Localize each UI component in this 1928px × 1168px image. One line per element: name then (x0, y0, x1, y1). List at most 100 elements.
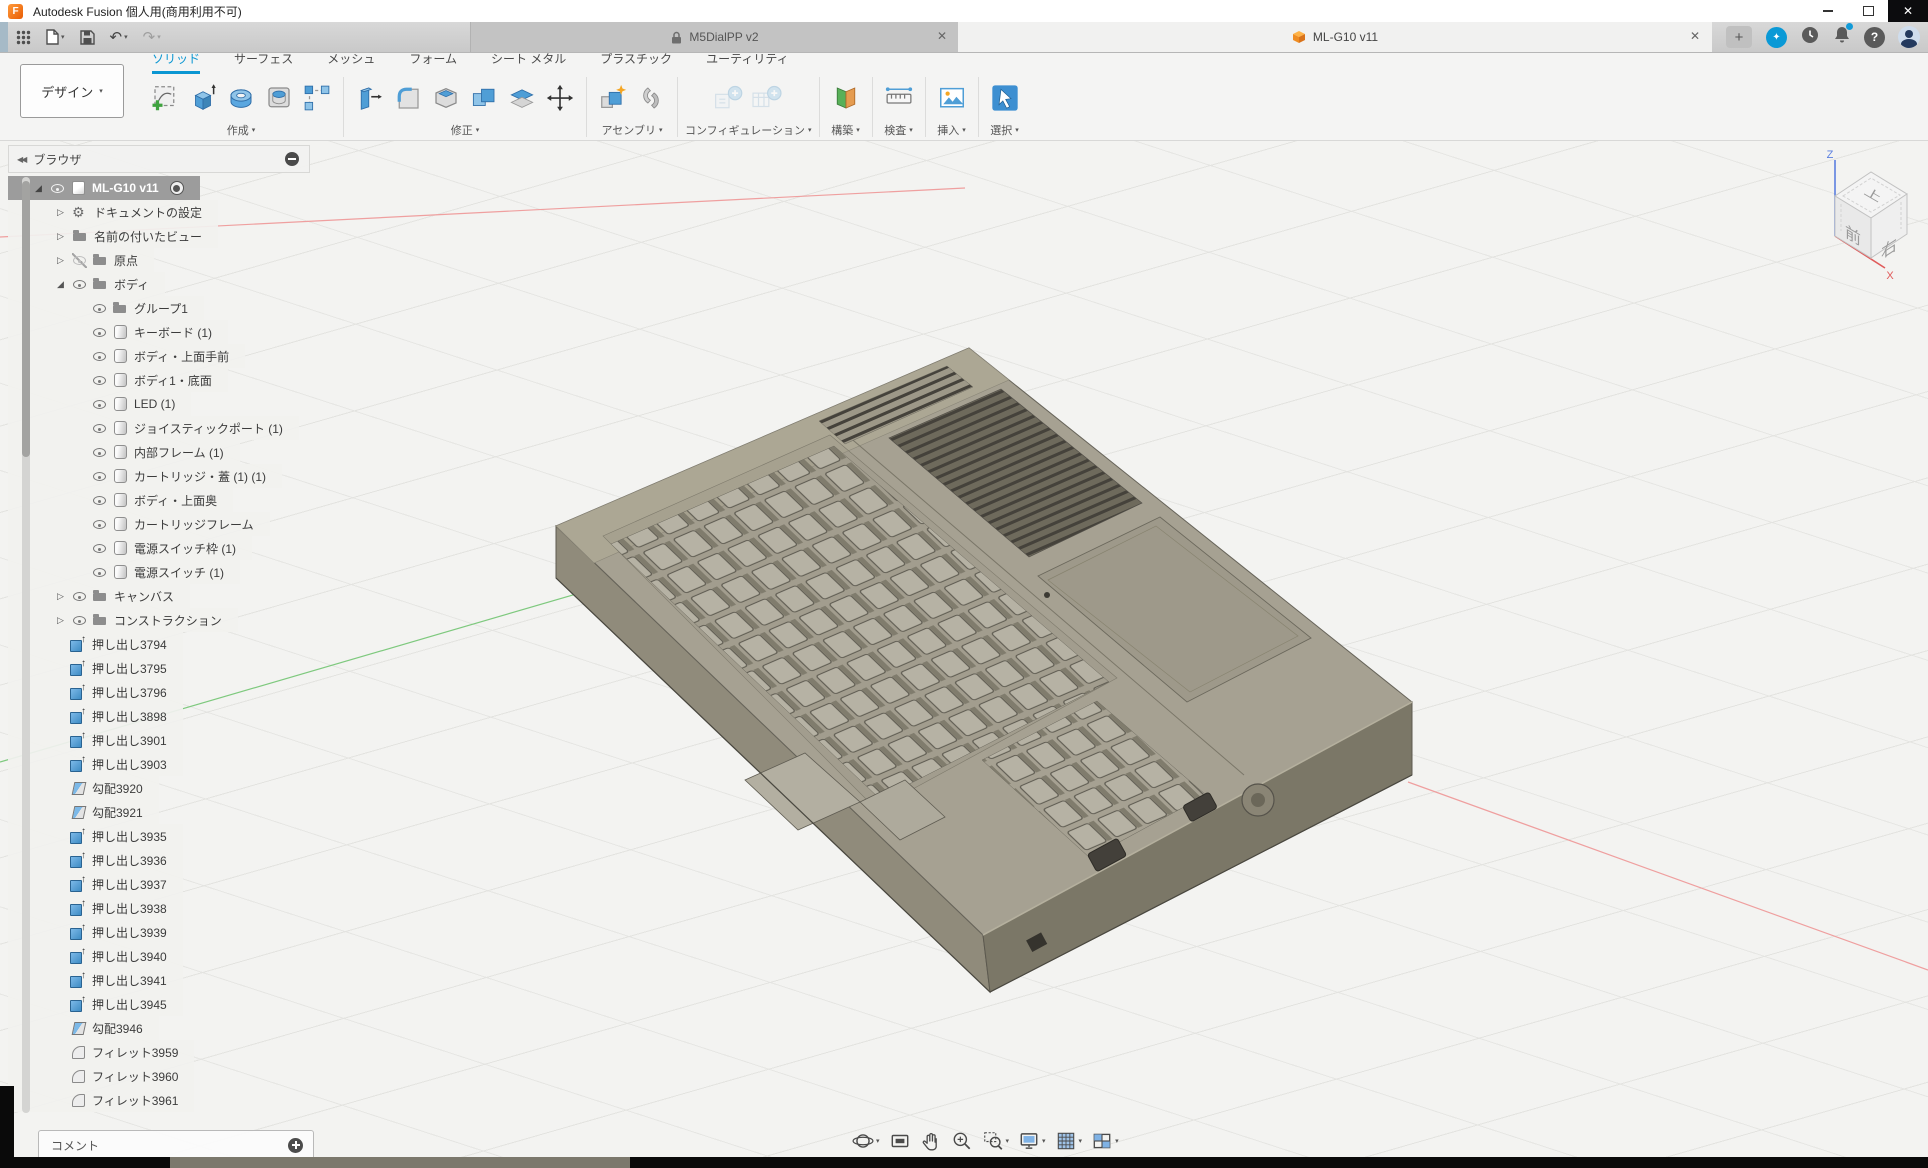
viewcube[interactable]: 上 前 右 Z X (1813, 146, 1923, 284)
orbit-button[interactable]: ▾ (852, 1130, 880, 1152)
fillet-button[interactable] (389, 77, 427, 119)
notifications-bell-icon[interactable] (1833, 25, 1851, 49)
viewports-button[interactable]: ▾ (1091, 1130, 1119, 1152)
visibility-eye-icon[interactable] (72, 613, 87, 628)
combine-button[interactable] (465, 77, 503, 119)
tree-item[interactable]: 名前の付いたビュー (8, 224, 218, 248)
activate-component-radio[interactable] (170, 181, 184, 195)
tree-item[interactable]: ボディ・上面奥 (8, 488, 233, 512)
expander-icon[interactable] (54, 254, 67, 267)
close-tab-icon[interactable]: ✕ (1690, 29, 1700, 43)
tab-solid[interactable]: ソリッド (152, 50, 200, 74)
tab-sheetmetal[interactable]: シート メタル (491, 50, 566, 74)
group-label-create[interactable]: 作成▾ (227, 122, 256, 138)
expander-icon[interactable] (54, 278, 67, 291)
tree-item[interactable]: 押し出し3935 (8, 824, 183, 848)
tree-item[interactable]: ドキュメントの設定 (8, 200, 218, 224)
press-pull-button[interactable] (351, 77, 389, 119)
undo-button[interactable]: ↶ ▾ (110, 28, 128, 46)
grid-display-button[interactable]: ▾ (1055, 1130, 1083, 1152)
visibility-eye-icon[interactable] (92, 301, 107, 316)
document-tab-m5dialpp[interactable]: M5DialPP v2 ✕ (470, 22, 960, 52)
tree-item[interactable]: 押し出し3936 (8, 848, 183, 872)
window-zoom-button[interactable]: ▾ (982, 1130, 1010, 1152)
tree-item[interactable]: 押し出し3938 (8, 896, 183, 920)
joint-button[interactable] (632, 77, 670, 119)
group-label-construct[interactable]: 構築▾ (831, 122, 860, 138)
tree-item[interactable]: カートリッジフレーム (8, 512, 270, 536)
tree-item[interactable]: 内部フレーム (1) (8, 440, 240, 464)
visibility-eye-icon[interactable] (92, 421, 107, 436)
close-button[interactable]: ✕ (1888, 0, 1928, 22)
tree-item[interactable]: キャンバス (8, 584, 190, 608)
tree-item[interactable]: ML-G10 v11 (8, 176, 200, 200)
visibility-eye-icon[interactable] (72, 277, 87, 292)
tree-item[interactable]: ボディ (8, 272, 165, 296)
tree-item[interactable]: 電源スイッチ (1) (8, 560, 240, 584)
tree-item[interactable]: LED (1) (8, 392, 191, 416)
tree-item[interactable]: フィレット3960 (8, 1064, 194, 1088)
visibility-eye-icon[interactable] (92, 397, 107, 412)
tab-mesh[interactable]: メッシュ (327, 50, 375, 74)
file-menu-button[interactable]: ▾ (46, 29, 65, 45)
help-icon[interactable]: ? (1864, 27, 1885, 48)
visibility-eye-icon[interactable] (72, 253, 87, 268)
shell-button[interactable] (427, 77, 465, 119)
minimize-panel-icon[interactable] (285, 152, 299, 166)
visibility-eye-icon[interactable] (92, 541, 107, 556)
tree-item[interactable]: 押し出し3941 (8, 968, 183, 992)
comment-bar[interactable]: コメント (38, 1130, 314, 1160)
tree-item[interactable]: 電源スイッチ枠 (1) (8, 536, 252, 560)
group-label-inspect[interactable]: 検査▾ (884, 122, 913, 138)
expander-icon[interactable] (54, 206, 67, 219)
new-tab-button[interactable]: + (1726, 26, 1752, 48)
tree-item[interactable]: 押し出し3898 (8, 704, 183, 728)
group-label-modify[interactable]: 修正▾ (451, 122, 480, 138)
app-grid-icon[interactable] (16, 30, 31, 45)
create-sketch-button[interactable] (146, 77, 184, 119)
collapse-panel-icon[interactable]: ◀◀ (17, 155, 25, 164)
minimize-button[interactable] (1808, 0, 1848, 22)
add-comment-icon[interactable] (288, 1138, 303, 1153)
job-status-clock-icon[interactable] (1800, 25, 1820, 50)
expander-icon[interactable] (54, 614, 67, 627)
tree-item[interactable]: キーボード (1) (8, 320, 228, 344)
extrude-button[interactable] (184, 77, 222, 119)
scrollbar-thumb[interactable] (22, 181, 30, 457)
extensions-icon[interactable]: ✦ (1766, 27, 1787, 48)
insert-canvas-button[interactable] (933, 77, 971, 119)
select-button[interactable] (986, 77, 1024, 119)
workspace-selector[interactable]: デザイン ▾ (20, 64, 124, 118)
pan-button[interactable] (920, 1130, 942, 1152)
tree-item[interactable]: フィレット3959 (8, 1040, 194, 1064)
tree-item[interactable]: 押し出し3795 (8, 656, 183, 680)
tree-item[interactable]: ジョイスティックポート (1) (8, 416, 299, 440)
visibility-eye-icon[interactable] (92, 445, 107, 460)
construct-plane-button[interactable] (827, 77, 865, 119)
look-at-button[interactable] (889, 1130, 911, 1152)
model-ml-g10[interactable] (556, 348, 1412, 992)
tree-item[interactable]: 押し出し3945 (8, 992, 183, 1016)
profile-avatar[interactable] (1898, 26, 1920, 48)
visibility-eye-icon[interactable] (92, 493, 107, 508)
expander-icon[interactable] (54, 230, 67, 243)
tree-item[interactable]: 押し出し3903 (8, 752, 183, 776)
tree-item[interactable]: 勾配3920 (8, 776, 159, 800)
tab-form[interactable]: フォーム (409, 50, 457, 74)
group-label-assembly[interactable]: アセンブリ▾ (602, 122, 663, 138)
rectangular-pattern-button[interactable] (298, 77, 336, 119)
revolve-button[interactable] (222, 77, 260, 119)
maximize-button[interactable] (1848, 0, 1888, 22)
visibility-eye-icon[interactable] (92, 517, 107, 532)
expander-icon[interactable] (54, 590, 67, 603)
redo-button[interactable]: ↷ ▾ (143, 28, 161, 46)
zoom-button[interactable] (951, 1130, 973, 1152)
group-label-insert[interactable]: 挿入▾ (937, 122, 966, 138)
group-label-select[interactable]: 選択▾ (990, 122, 1019, 138)
measure-button[interactable] (880, 77, 918, 119)
tree-item[interactable]: フィレット3961 (8, 1088, 194, 1112)
visibility-eye-icon[interactable] (92, 325, 107, 340)
visibility-eye-icon[interactable] (92, 349, 107, 364)
tree-item[interactable]: ボディ1・底面 (8, 368, 228, 392)
tree-item[interactable]: ボディ・上面手前 (8, 344, 245, 368)
